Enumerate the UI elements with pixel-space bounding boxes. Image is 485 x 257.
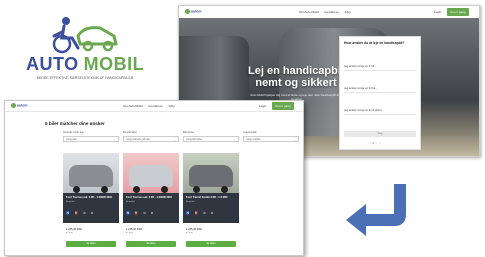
listing-navbar: autom Om Auto Mobil Kontakt os FAQ Login… (5, 101, 303, 112)
search-button[interactable]: Søg (344, 131, 416, 137)
wheel (221, 186, 228, 193)
hero-nav-logo[interactable]: autom (185, 9, 207, 15)
nav-link-faq[interactable]: FAQ (169, 104, 175, 108)
brand-logo-icon (185, 9, 190, 14)
listing-nav-links: Om Auto Mobil Kontakt os FAQ (123, 104, 180, 108)
return-arrow-icon (346, 184, 406, 236)
logo-wordmark: AUTO MOBIL (26, 54, 144, 75)
view-car-button[interactable]: Se bilen (126, 241, 176, 247)
car-feature-icons: ♿ ⛽ ⚙ ⚙ (186, 211, 216, 215)
listing-nav-login[interactable]: Login (259, 104, 266, 108)
results-title: 5 biler matcher dine ønsker (45, 121, 105, 126)
nav-link-faq[interactable]: FAQ (345, 10, 351, 14)
filter-label: Bilmærke (183, 131, 194, 134)
listing-nav-logo[interactable]: autom (11, 103, 33, 109)
logo-tagline: BEDRE EFFEKTIVE KØRSELSTEKNIK AF HANDICA… (36, 76, 134, 80)
listing-page-screenshot: autom Om Auto Mobil Kontakt os FAQ Login… (4, 100, 304, 256)
car-price-note: pr. dag (186, 232, 193, 234)
car-card[interactable]: Ford Tourneo aut. 2.0D - 1.09900 DKK Bru… (63, 153, 119, 251)
car-price-note: pr. dag (126, 232, 133, 234)
car-image (63, 153, 119, 193)
filter-select[interactable]: Vælg dato ⌄ (63, 136, 119, 142)
nav-link-about[interactable]: Om Auto Mobil (299, 10, 319, 14)
logo-word-auto: AUTO (26, 54, 79, 74)
nav-link-about[interactable]: Om Auto Mobil (123, 104, 143, 108)
filter-area: Lejeområde Vælg område ⌄ (243, 131, 299, 143)
hero-nav-brand: autom (191, 9, 202, 14)
car-name: Ford Transit Kombi 2.0D - 1.2 MIO (186, 196, 228, 199)
pagination-dots[interactable]: ●○○ (372, 140, 382, 145)
car-price: 1.245,00 DKK (126, 228, 143, 231)
search-form-title: Hvor ønsker du at leje en handicapbil? (344, 41, 405, 45)
chevron-down-icon: ⌄ (293, 138, 296, 142)
form-question-2[interactable]: Jeg ønsker at leje en bil fra... (344, 87, 377, 90)
car-feature-icons: ♿ ⛽ ⚙ ⚙ (126, 211, 156, 215)
car-location: Bruxelles (66, 201, 75, 203)
form-question-1[interactable]: Jeg ønsker at leje en bil til... (344, 65, 376, 68)
car-meta: Ford Tourneo aut. 2.0D - 1.09900 DKK Bru… (63, 193, 119, 223)
hero-headline: Lej en handicapbil nemt og sikkert (248, 65, 344, 89)
chevron-down-icon: ⌄ (233, 138, 236, 142)
car-name: Ford Tourneo aut. 2.0D - 1.09900 DKK (66, 196, 113, 199)
car-feature-icons: ♿ ⛽ ⚙ ⚙ (66, 211, 96, 215)
wheel (101, 186, 108, 193)
filter-label: Hvornår vil du leje (63, 131, 84, 134)
filter-date: Hvornår vil du leje Vælg dato ⌄ (63, 131, 119, 143)
view-car-button[interactable]: Se bilen (186, 241, 236, 247)
car-card[interactable]: Ford Tourneo aut. 2.0D - 1.09900 DKK Bru… (123, 153, 179, 251)
listing-nav-cta-button[interactable]: Kom i gang (272, 102, 294, 110)
hero-nav-links: Om Auto Mobil Kontakt os FAQ (299, 10, 356, 14)
filter-select[interactable]: Vælg bilmærke ⌄ (183, 136, 239, 142)
car-name: Ford Tourneo aut. 2.0D - 1.09900 DKK (126, 196, 173, 199)
form-question-3[interactable]: Jeg ønsker at leje en bil til (dato)... (344, 109, 384, 112)
car-price: 1.245,00 DKK (66, 228, 83, 231)
filter-label: Bil-størrelse (123, 131, 137, 134)
auto-mobil-logo: AUTO MOBIL BEDRE EFFEKTIVE KØRSELSTEKNIK … (6, 10, 161, 90)
form-divider (344, 92, 416, 93)
van-body (129, 165, 173, 187)
filter-value: Vælg dato (66, 138, 77, 141)
filter-label: Lejeområde (243, 131, 257, 134)
van-body (189, 165, 233, 187)
wheel (133, 186, 140, 193)
hero-nav-login[interactable]: Login (434, 10, 441, 14)
brand-logo-icon (11, 103, 16, 108)
car-meta: Ford Tourneo aut. 2.0D - 1.09900 DKK Bru… (123, 193, 179, 223)
car-card[interactable]: Ford Transit Kombi 2.0D - 1.2 MIO Bruxel… (183, 153, 239, 251)
wheelchair-car-icon (52, 17, 118, 54)
van-body (69, 165, 113, 187)
nav-link-contact[interactable]: Kontakt os (325, 10, 339, 14)
car-price-note: pr. dag (66, 232, 73, 234)
filter-value: Vælg størrelse på bilen (126, 138, 151, 141)
filter-size: Bil-størrelse Vælg størrelse på bilen ⌄ (123, 131, 179, 143)
car-image (183, 153, 239, 193)
wheel (161, 186, 168, 193)
chevron-down-icon: ⌄ (173, 138, 176, 142)
listing-nav-brand: autom (17, 103, 28, 108)
search-form-card: Hvor ønsker du at leje en handicapbil? J… (339, 36, 421, 150)
filter-value: Vælg område (246, 138, 261, 141)
filter-select[interactable]: Vælg område ⌄ (243, 136, 299, 142)
car-price: 1.245,00 DKK (186, 228, 203, 231)
car-location: Bruxelles (186, 201, 195, 203)
wheel (73, 186, 80, 193)
wheel (193, 186, 200, 193)
nav-link-contact[interactable]: Kontakt os (149, 104, 163, 108)
form-divider (344, 70, 416, 71)
filter-value: Vælg bilmærke (186, 138, 203, 141)
view-car-button[interactable]: Se bilen (66, 241, 116, 247)
hero-nav-cta-button[interactable]: Kom i gang (447, 8, 469, 16)
filter-brand: Bilmærke Vælg bilmærke ⌄ (183, 131, 239, 143)
chevron-down-icon: ⌄ (113, 138, 116, 142)
car-location: Bruxelles (126, 201, 135, 203)
car-meta: Ford Transit Kombi 2.0D - 1.2 MIO Bruxel… (183, 193, 239, 223)
form-divider (344, 114, 416, 115)
logo-word-mobil: MOBIL (83, 54, 145, 74)
car-image (123, 153, 179, 193)
filter-select[interactable]: Vælg størrelse på bilen ⌄ (123, 136, 179, 142)
